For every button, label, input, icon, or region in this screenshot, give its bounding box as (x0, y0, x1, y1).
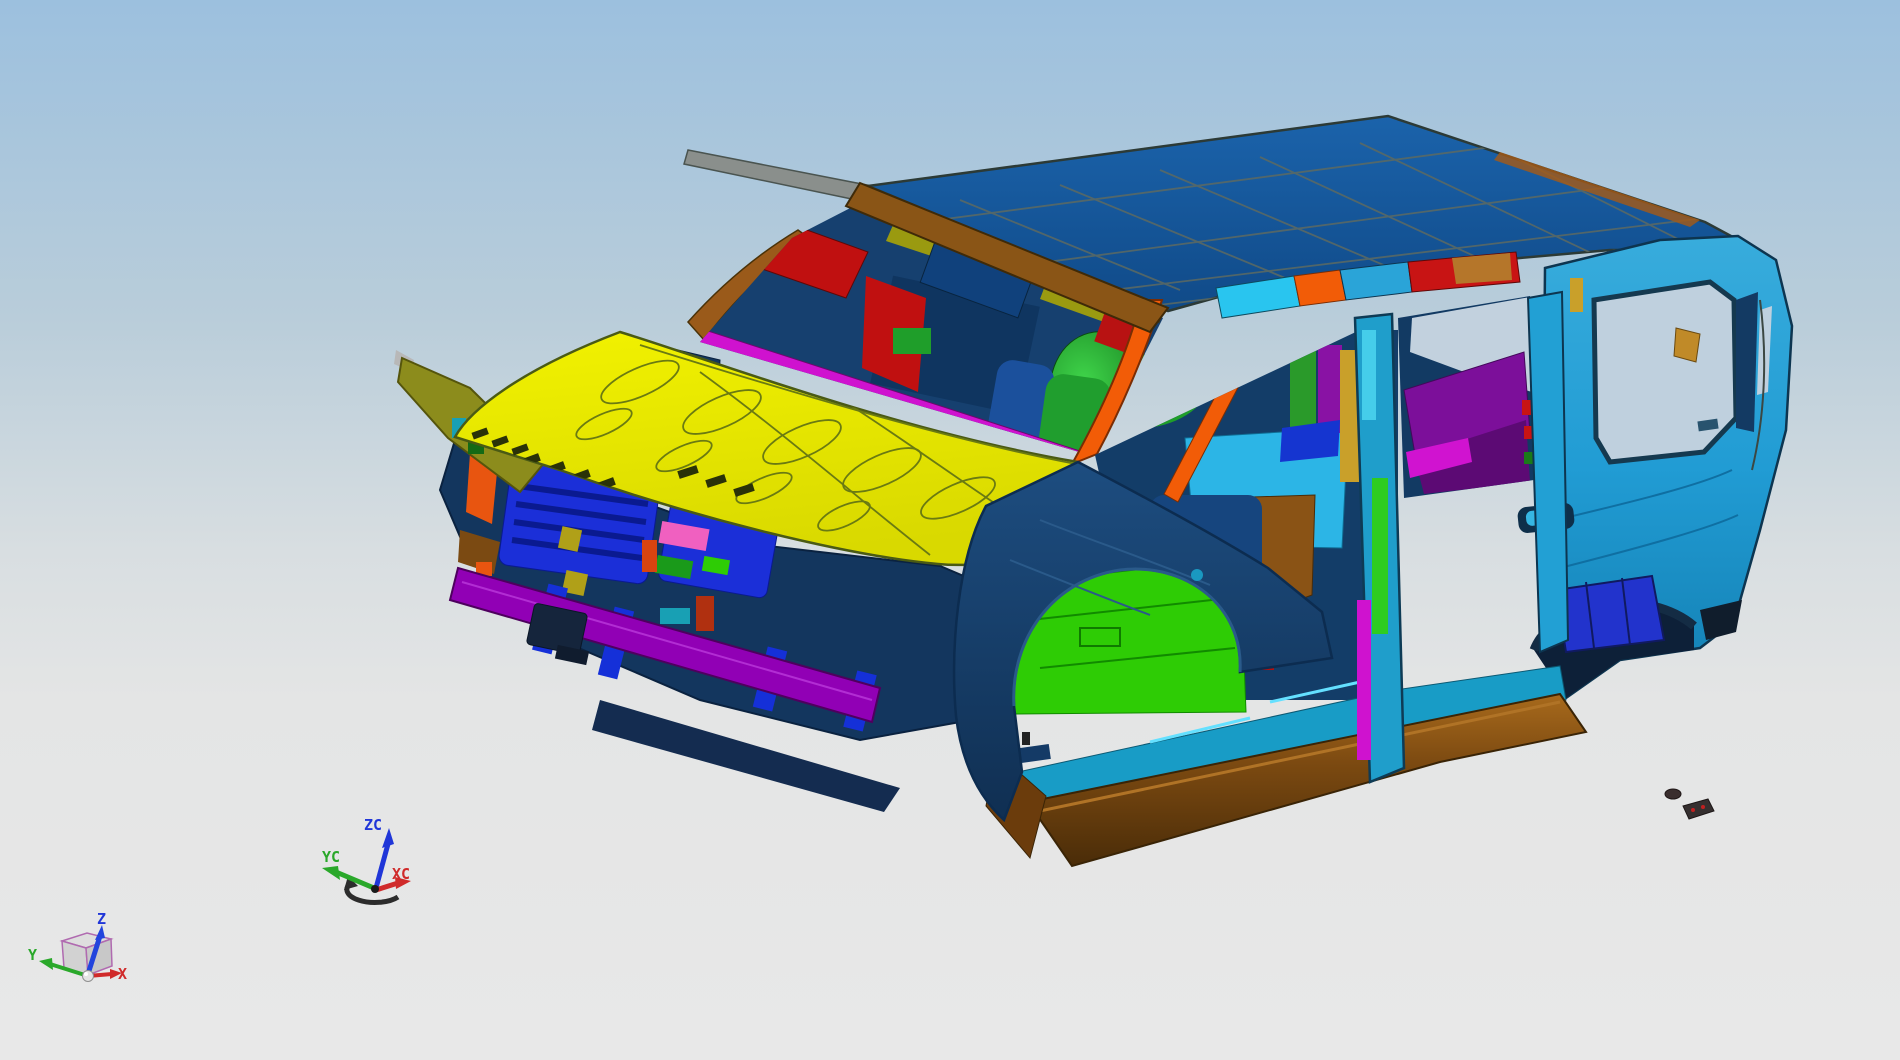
debris-bar (1682, 798, 1715, 820)
car-body-model[interactable] (394, 114, 1794, 868)
cad-viewport[interactable]: ZC YC XC Z Y X (0, 0, 1900, 1060)
model-canvas[interactable]: ZC YC XC Z Y X (0, 0, 1900, 1060)
csys-origin-highlight (84, 972, 88, 976)
debris-parts[interactable] (1664, 788, 1715, 820)
csys-origin-ball (82, 970, 94, 982)
csys-x-label: X (118, 965, 127, 983)
wcs-z-axis[interactable] (373, 843, 391, 889)
red-block (696, 596, 714, 631)
wcs-triad[interactable]: ZC YC XC (322, 816, 411, 905)
pillar-trim-purple (1318, 345, 1342, 433)
b-pillar-magenta-strip (1357, 600, 1371, 760)
pillar-green-patch (1290, 340, 1316, 432)
window-bracket (1673, 327, 1701, 363)
wcs-yc-label: YC (322, 848, 340, 866)
wcs-xc-label: XC (392, 865, 410, 883)
b-pillar-green-strip (1372, 478, 1388, 634)
rail-segment-tan (1452, 253, 1512, 284)
headrest-green (893, 328, 931, 354)
debris-dot-2 (1701, 805, 1705, 809)
debris-blob (1664, 788, 1682, 800)
wcs-y-arrowhead (322, 866, 340, 880)
rocker-tab-2 (1022, 732, 1030, 745)
wcs-origin[interactable] (371, 885, 379, 893)
fender-hole (1191, 569, 1203, 581)
orange-column (642, 540, 657, 572)
hanging-bracket (526, 603, 590, 666)
csys-z-label: Z (97, 910, 106, 928)
b-pillar-highlight (1362, 330, 1376, 420)
c-pillar-gold-bracket (1570, 278, 1583, 312)
teal-patch (660, 608, 690, 624)
absolute-csys-triad: Z Y X (28, 910, 127, 983)
far-rail-sliver (683, 149, 874, 203)
rear-door-aperture[interactable] (1395, 290, 1540, 505)
quarter-window-aperture (1591, 279, 1739, 465)
wcs-zc-label: ZC (364, 816, 382, 834)
debris-dot-1 (1691, 808, 1695, 812)
wcs-z-arrowhead (382, 828, 394, 848)
rail-segment-orange (1293, 269, 1347, 307)
csys-y-label: Y (28, 946, 37, 964)
csys-y-arrowhead (39, 958, 53, 970)
red-clip-1 (1522, 400, 1532, 415)
c-pillar-band (1526, 290, 1570, 654)
